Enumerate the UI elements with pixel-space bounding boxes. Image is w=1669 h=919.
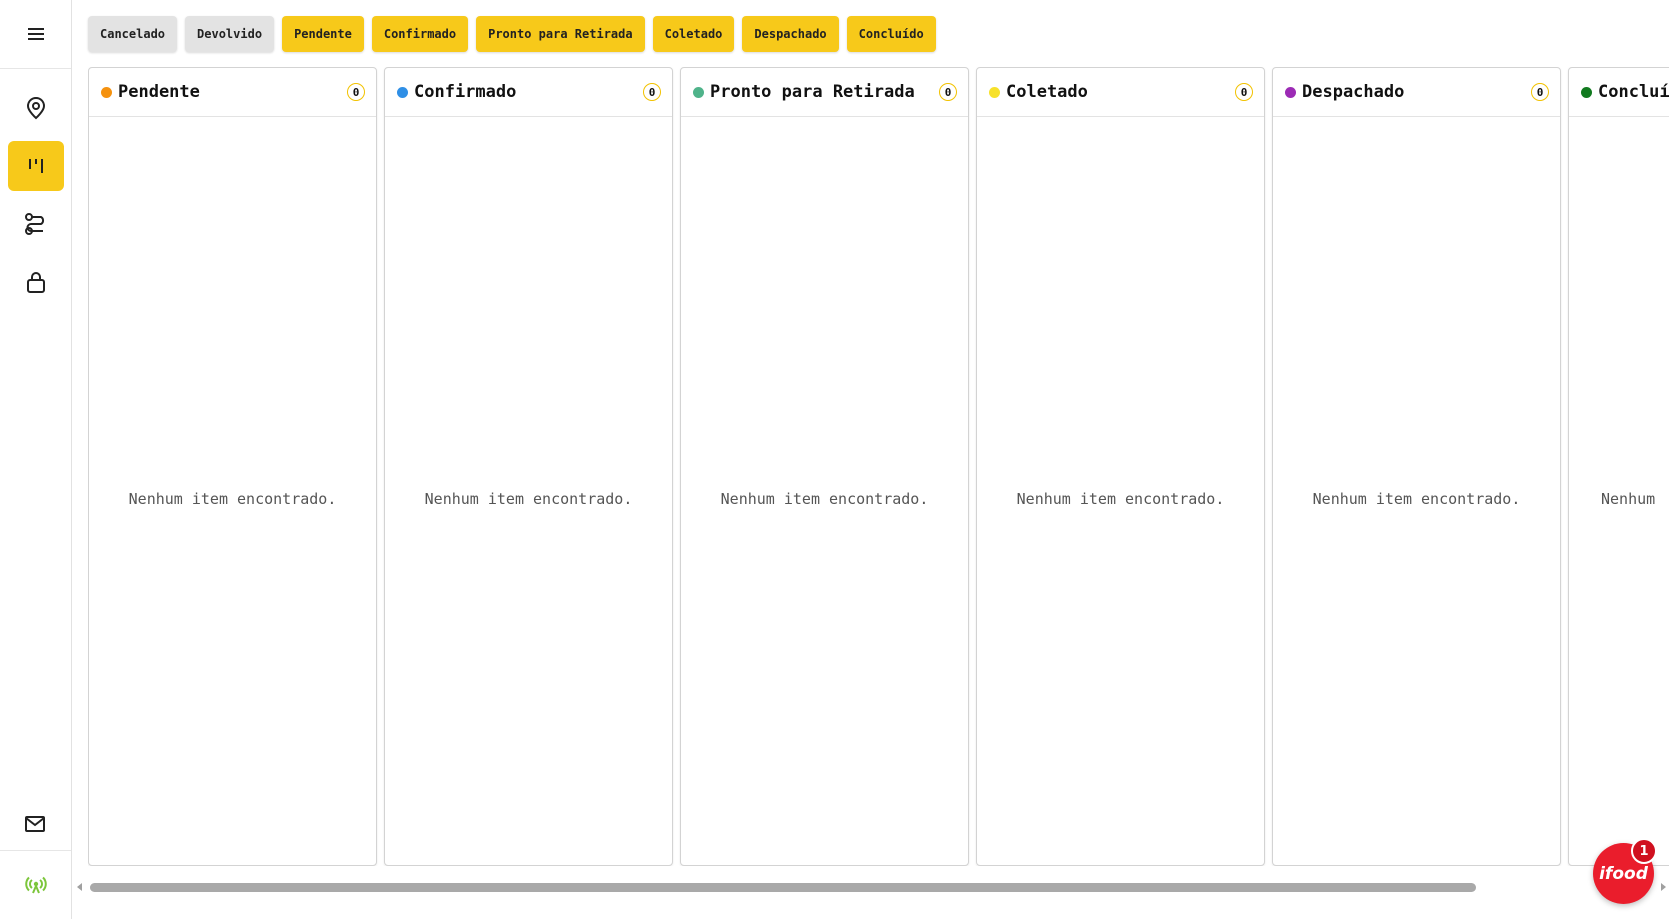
sidebar-item-orders-board[interactable]: [7, 141, 64, 191]
empty-message: Nenhum item encontrado.: [720, 490, 929, 508]
kanban-board: Pendente 0 Nenhum item encontrado. Confi…: [88, 67, 1669, 866]
column-header: Coletado 0: [977, 68, 1264, 117]
column-title: Pronto para Retirada: [710, 82, 915, 102]
filter-pendente[interactable]: Pendente: [282, 16, 364, 52]
menu-button[interactable]: [8, 9, 64, 59]
status-dot: [989, 86, 1000, 98]
empty-message: Nenhum item encontrado.: [1312, 490, 1521, 508]
location-pin-icon: [26, 96, 45, 120]
scroll-left-icon[interactable]: [77, 883, 82, 891]
filter-devolvido[interactable]: Devolvido: [185, 16, 275, 52]
lock-icon: [26, 272, 45, 293]
filter-coletado[interactable]: Coletado: [652, 16, 735, 52]
column-pronto-para-retirada: Pronto para Retirada 0 Nenhum item encon…: [680, 67, 969, 866]
sidebar-item-messages[interactable]: [7, 799, 63, 849]
column-header: Confirmado 0: [385, 68, 672, 117]
connection-status[interactable]: [0, 850, 71, 919]
broadcast-icon: [24, 876, 47, 894]
column-title: Concluí: [1598, 82, 1669, 102]
column-coletado: Coletado 0 Nenhum item encontrado.: [976, 67, 1265, 866]
column-title: Despachado: [1302, 82, 1405, 102]
scroll-right-icon[interactable]: [1661, 883, 1666, 891]
mail-icon: [25, 816, 45, 832]
notification-badge: 1: [1631, 838, 1657, 864]
column-header: Pronto para Retirada 0: [681, 68, 968, 117]
empty-message: Nenhum item encontrado.: [1016, 490, 1225, 508]
column-count-badge: 0: [1235, 83, 1253, 101]
column-pendente: Pendente 0 Nenhum item encontrado.: [88, 67, 377, 866]
filter-confirmado[interactable]: Confirmado: [371, 16, 469, 52]
scrollbar-thumb[interactable]: [90, 883, 1476, 892]
column-concluido: Concluí Nenhum: [1568, 67, 1669, 866]
column-header: Pendente 0: [89, 68, 376, 117]
status-dot: [1581, 86, 1592, 98]
kanban-board-icon: [28, 159, 43, 173]
column-header: Concluí: [1569, 68, 1669, 117]
sidebar-item-routes[interactable]: [8, 199, 64, 249]
horizontal-scrollbar[interactable]: [74, 879, 1669, 895]
status-dot: [693, 86, 704, 98]
column-count-badge: 0: [643, 83, 661, 101]
column-despachado: Despachado 0 Nenhum item encontrado.: [1272, 67, 1561, 866]
column-count-badge: 0: [347, 83, 365, 101]
filter-pronto-para-retirada[interactable]: Pronto para Retirada: [476, 16, 645, 52]
sidebar-item-locations[interactable]: [8, 83, 64, 133]
sidebar-item-security[interactable]: [8, 257, 64, 307]
sidebar: [0, 0, 72, 919]
column-confirmado: Confirmado 0 Nenhum item encontrado.: [384, 67, 673, 866]
column-count-badge: 0: [939, 83, 957, 101]
filter-cancelado[interactable]: Cancelado: [88, 16, 178, 52]
filter-concluido[interactable]: Concluído: [846, 16, 936, 52]
column-title: Coletado: [1006, 82, 1088, 102]
status-dot: [397, 86, 408, 98]
status-dot: [1285, 86, 1296, 98]
empty-message: Nenhum item encontrado.: [424, 490, 633, 508]
route-icon: [24, 213, 44, 235]
filter-despachado[interactable]: Despachado: [742, 16, 839, 52]
column-title: Confirmado: [414, 82, 517, 102]
empty-message: Nenhum: [1601, 490, 1656, 508]
column-title: Pendente: [118, 82, 200, 102]
menu-icon: [27, 28, 44, 40]
status-filter-bar: Cancelado Devolvido Pendente Confirmado …: [88, 16, 936, 52]
ifood-widget-button[interactable]: ifood 1: [1593, 838, 1657, 904]
empty-message: Nenhum item encontrado.: [128, 490, 337, 508]
ifood-logo: ifood: [1599, 863, 1648, 884]
sidebar-header: [0, 0, 71, 69]
status-dot: [101, 86, 112, 98]
column-header: Despachado 0: [1273, 68, 1560, 117]
column-count-badge: 0: [1531, 83, 1549, 101]
